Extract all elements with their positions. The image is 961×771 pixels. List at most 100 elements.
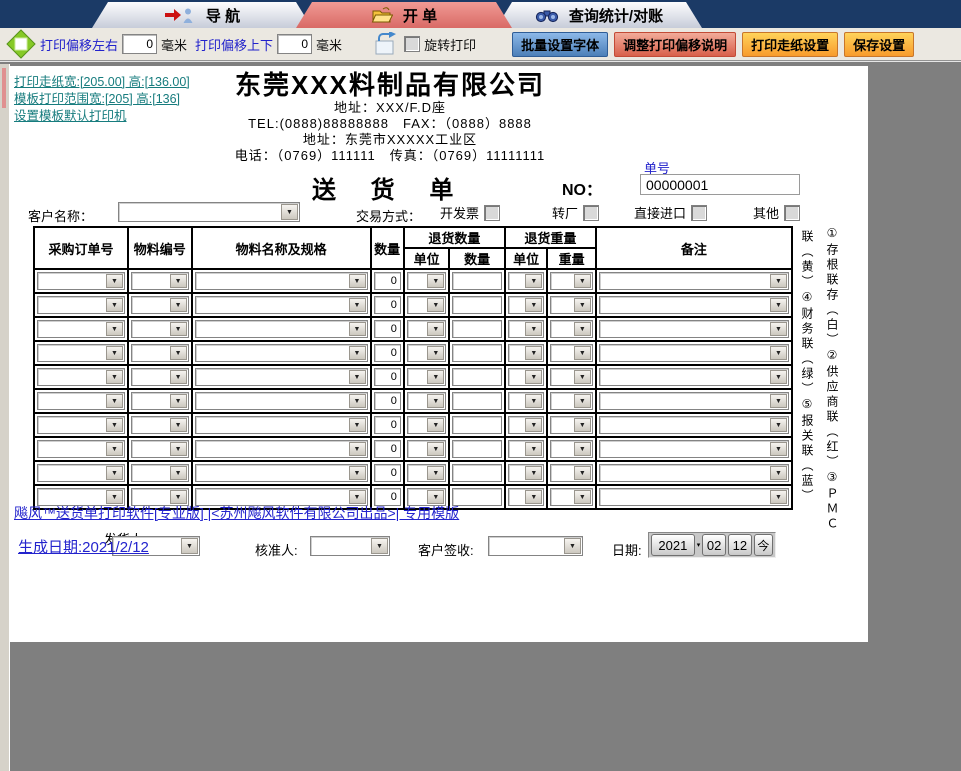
row-combo[interactable] bbox=[598, 488, 789, 506]
row-combo[interactable] bbox=[130, 464, 189, 482]
return-qty-input[interactable] bbox=[452, 368, 502, 386]
row-combo[interactable] bbox=[194, 392, 368, 410]
return-qty-input[interactable] bbox=[452, 440, 502, 458]
tab-billing[interactable]: 开 单 bbox=[296, 2, 512, 28]
row-combo[interactable] bbox=[507, 296, 545, 314]
date-day-button[interactable]: 12 bbox=[728, 534, 752, 556]
row-combo[interactable] bbox=[130, 440, 189, 458]
row-combo[interactable] bbox=[37, 392, 125, 410]
date-year-button[interactable]: 2021 bbox=[651, 534, 695, 556]
row-combo[interactable] bbox=[507, 272, 545, 290]
row-combo[interactable] bbox=[37, 296, 125, 314]
row-combo[interactable] bbox=[194, 344, 368, 362]
row-combo[interactable] bbox=[406, 344, 447, 362]
row-combo[interactable] bbox=[598, 344, 789, 362]
return-qty-input[interactable] bbox=[452, 272, 502, 290]
row-combo[interactable] bbox=[550, 320, 593, 338]
rotate-print-checkbox[interactable] bbox=[404, 36, 421, 52]
row-combo[interactable] bbox=[37, 344, 125, 362]
row-combo[interactable] bbox=[550, 464, 593, 482]
row-combo[interactable] bbox=[406, 296, 447, 314]
row-combo[interactable] bbox=[194, 368, 368, 386]
row-combo[interactable] bbox=[507, 488, 545, 506]
direct-import-checkbox[interactable] bbox=[691, 204, 708, 221]
row-combo[interactable] bbox=[130, 320, 189, 338]
row-combo[interactable] bbox=[37, 464, 125, 482]
row-combo[interactable] bbox=[550, 440, 593, 458]
row-combo[interactable] bbox=[406, 440, 447, 458]
row-combo[interactable] bbox=[550, 392, 593, 410]
row-combo[interactable] bbox=[598, 296, 789, 314]
row-combo[interactable] bbox=[550, 296, 593, 314]
row-combo[interactable] bbox=[37, 440, 125, 458]
row-combo[interactable] bbox=[507, 464, 545, 482]
row-combo[interactable] bbox=[130, 368, 189, 386]
row-combo[interactable] bbox=[37, 320, 125, 338]
row-combo[interactable] bbox=[598, 320, 789, 338]
qty-input[interactable] bbox=[373, 464, 401, 482]
other-checkbox[interactable] bbox=[784, 204, 801, 221]
row-combo[interactable] bbox=[507, 368, 545, 386]
row-combo[interactable] bbox=[598, 272, 789, 290]
qty-input[interactable] bbox=[373, 344, 401, 362]
customer-sign-combo[interactable] bbox=[488, 536, 583, 556]
paper-feed-settings-button[interactable]: 打印走纸设置 bbox=[742, 31, 839, 57]
splitter-strip[interactable] bbox=[0, 64, 10, 771]
return-qty-input[interactable] bbox=[452, 488, 502, 506]
row-combo[interactable] bbox=[550, 416, 593, 434]
row-combo[interactable] bbox=[194, 296, 368, 314]
tab-query-stats[interactable]: 查询统计/对账 bbox=[496, 2, 702, 28]
row-combo[interactable] bbox=[406, 392, 447, 410]
qty-input[interactable] bbox=[373, 392, 401, 410]
row-combo[interactable] bbox=[507, 392, 545, 410]
row-combo[interactable] bbox=[507, 416, 545, 434]
row-combo[interactable] bbox=[550, 272, 593, 290]
return-qty-input[interactable] bbox=[452, 464, 502, 482]
offset-tb-input[interactable] bbox=[277, 34, 313, 54]
row-combo[interactable] bbox=[507, 344, 545, 362]
qty-input[interactable] bbox=[373, 368, 401, 386]
return-qty-input[interactable] bbox=[452, 392, 502, 410]
row-combo[interactable] bbox=[194, 272, 368, 290]
row-combo[interactable] bbox=[194, 320, 368, 338]
row-combo[interactable] bbox=[194, 440, 368, 458]
qty-input[interactable] bbox=[373, 272, 401, 290]
row-combo[interactable] bbox=[406, 368, 447, 386]
row-combo[interactable] bbox=[598, 464, 789, 482]
approver-combo[interactable] bbox=[310, 536, 390, 556]
qty-input[interactable] bbox=[373, 416, 401, 434]
row-combo[interactable] bbox=[130, 344, 189, 362]
row-combo[interactable] bbox=[130, 296, 189, 314]
row-combo[interactable] bbox=[550, 488, 593, 506]
row-combo[interactable] bbox=[507, 320, 545, 338]
offset-lr-input[interactable] bbox=[122, 34, 158, 54]
qty-input[interactable] bbox=[373, 440, 401, 458]
row-combo[interactable] bbox=[130, 272, 189, 290]
row-combo[interactable] bbox=[130, 416, 189, 434]
qty-input[interactable] bbox=[373, 320, 401, 338]
row-combo[interactable] bbox=[194, 416, 368, 434]
splitter-handle[interactable] bbox=[2, 68, 6, 108]
row-combo[interactable] bbox=[598, 416, 789, 434]
row-combo[interactable] bbox=[406, 416, 447, 434]
row-combo[interactable] bbox=[598, 440, 789, 458]
row-combo[interactable] bbox=[130, 392, 189, 410]
row-combo[interactable] bbox=[194, 464, 368, 482]
date-today-button[interactable]: 今 bbox=[753, 534, 773, 556]
row-combo[interactable] bbox=[37, 368, 125, 386]
row-combo[interactable] bbox=[406, 320, 447, 338]
return-qty-input[interactable] bbox=[452, 320, 502, 338]
date-dropdown-arrow-icon[interactable]: ▾ bbox=[697, 541, 701, 549]
customer-combo[interactable] bbox=[118, 202, 300, 222]
row-combo[interactable] bbox=[550, 344, 593, 362]
row-combo[interactable] bbox=[598, 392, 789, 410]
batch-font-button[interactable]: 批量设置字体 bbox=[512, 31, 609, 57]
adjust-offset-help-button[interactable]: 调整打印偏移说明 bbox=[614, 31, 737, 57]
return-qty-input[interactable] bbox=[452, 416, 502, 434]
return-qty-input[interactable] bbox=[452, 344, 502, 362]
row-combo[interactable] bbox=[598, 368, 789, 386]
row-combo[interactable] bbox=[406, 272, 447, 290]
transfer-checkbox[interactable] bbox=[583, 204, 600, 221]
invoice-checkbox[interactable] bbox=[484, 204, 501, 221]
move-diamond-icon[interactable] bbox=[6, 29, 36, 59]
